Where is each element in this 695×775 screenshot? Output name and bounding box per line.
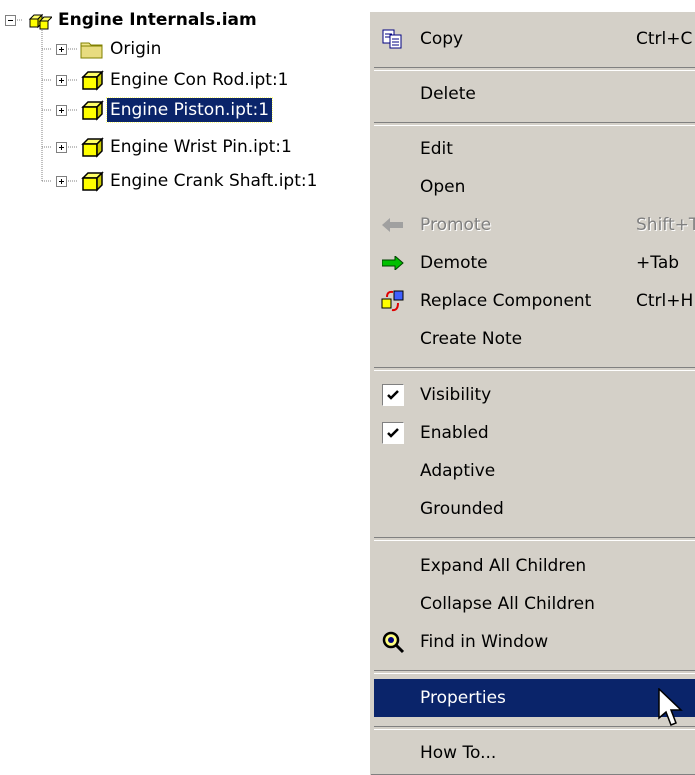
menu-separator bbox=[374, 367, 695, 371]
tree-item-label: Engine Crank Shaft.ipt:1 bbox=[110, 171, 318, 191]
tree-item-piston[interactable]: Engine Piston.ipt:1 bbox=[80, 97, 274, 123]
menu-item-copy[interactable]: Copy Ctrl+C bbox=[374, 20, 695, 58]
wristpin-expand-toggle[interactable] bbox=[56, 142, 67, 153]
menu-item-adaptive[interactable]: Adaptive bbox=[374, 452, 695, 490]
menu-item-edit[interactable]: Edit bbox=[374, 130, 695, 168]
menu-item-visibility[interactable]: Visibility bbox=[374, 376, 695, 414]
tree-item-label: Engine Con Rod.ipt:1 bbox=[110, 70, 289, 90]
menu-label: Copy bbox=[420, 29, 464, 49]
tree-item-crank-shaft[interactable]: Engine Crank Shaft.ipt:1 bbox=[80, 168, 320, 194]
menu-label: Visibility bbox=[420, 385, 492, 405]
checkmark-icon bbox=[382, 384, 404, 406]
part-icon bbox=[81, 137, 104, 158]
demote-arrow-icon bbox=[380, 251, 406, 275]
menu-label: Grounded bbox=[420, 499, 504, 519]
magnifier-icon bbox=[380, 630, 406, 654]
promote-arrow-icon bbox=[380, 213, 406, 237]
tree-item-origin[interactable]: Origin bbox=[80, 36, 164, 62]
menu-label: Find in Window bbox=[420, 632, 549, 652]
menu-item-find-in-window[interactable]: Find in Window bbox=[374, 623, 695, 661]
menu-item-collapse-all-children[interactable]: Collapse All Children bbox=[374, 585, 695, 623]
menu-item-open[interactable]: Open bbox=[374, 168, 695, 206]
visibility-checkbox[interactable] bbox=[380, 383, 406, 407]
menu-item-replace-component[interactable]: Replace Component Ctrl+H bbox=[374, 282, 695, 320]
tree-item-label: Origin bbox=[110, 39, 162, 59]
menu-label: How To... bbox=[420, 743, 497, 763]
menu-shortcut: Shift+Tab bbox=[636, 215, 695, 235]
tree-item-label: Engine Piston.ipt:1 bbox=[105, 97, 274, 123]
menu-label: Replace Component bbox=[420, 291, 592, 311]
tree-item-con-rod[interactable]: Engine Con Rod.ipt:1 bbox=[80, 67, 291, 93]
folder-icon bbox=[80, 42, 103, 59]
menu-item-how-to[interactable]: How To... bbox=[374, 734, 695, 772]
crankshaft-expand-toggle[interactable] bbox=[56, 176, 67, 187]
part-icon bbox=[81, 171, 104, 192]
menu-shortcut: Ctrl+C bbox=[636, 29, 693, 49]
tree-root-assembly[interactable]: Engine Internals.iam bbox=[28, 7, 260, 33]
menu-separator bbox=[374, 122, 695, 126]
menu-label: Collapse All Children bbox=[420, 594, 595, 614]
replace-component-icon bbox=[380, 289, 406, 313]
menu-item-properties[interactable]: Properties bbox=[374, 679, 695, 717]
menu-item-grounded[interactable]: Grounded bbox=[374, 490, 695, 528]
menu-shortcut: Ctrl+H bbox=[636, 291, 694, 311]
piston-expand-toggle[interactable] bbox=[56, 105, 67, 116]
enabled-checkbox[interactable] bbox=[380, 421, 406, 445]
mouse-pointer-icon bbox=[658, 688, 683, 726]
browser-tree: Engine Internals.iam Origin Engine Con R… bbox=[0, 0, 370, 775]
checkmark-icon bbox=[382, 422, 404, 444]
menu-item-demote[interactable]: Demote +Tab bbox=[374, 244, 695, 282]
menu-label: Enabled bbox=[420, 423, 489, 443]
menu-separator bbox=[374, 537, 695, 541]
conrod-expand-toggle[interactable] bbox=[56, 75, 67, 86]
root-collapse-toggle[interactable] bbox=[5, 15, 16, 26]
part-icon bbox=[81, 70, 104, 91]
tree-root-label: Engine Internals.iam bbox=[58, 10, 257, 30]
assembly-icon bbox=[28, 13, 52, 30]
menu-label: Expand All Children bbox=[420, 556, 587, 576]
menu-label: Create Note bbox=[420, 329, 523, 349]
menu-shortcut: +Tab bbox=[636, 253, 680, 273]
menu-item-expand-all-children[interactable]: Expand All Children bbox=[374, 547, 695, 585]
menu-label: Delete bbox=[420, 84, 476, 104]
menu-label: Edit bbox=[420, 139, 453, 159]
menu-label: Demote bbox=[420, 253, 488, 273]
tree-item-wrist-pin[interactable]: Engine Wrist Pin.ipt:1 bbox=[80, 134, 295, 160]
menu-label: Properties bbox=[420, 688, 506, 708]
menu-item-create-note[interactable]: Create Note bbox=[374, 320, 695, 358]
menu-label: Open bbox=[420, 177, 466, 197]
menu-separator bbox=[374, 67, 695, 71]
copy-icon bbox=[380, 27, 406, 51]
menu-item-enabled[interactable]: Enabled bbox=[374, 414, 695, 452]
menu-item-promote[interactable]: Promote Shift+Tab bbox=[374, 206, 695, 244]
tree-item-label: Engine Wrist Pin.ipt:1 bbox=[110, 137, 292, 157]
context-menu: Copy Ctrl+C Delete Edit Open Promote Shi… bbox=[368, 10, 695, 775]
menu-label: Promote bbox=[420, 215, 492, 235]
menu-separator bbox=[374, 726, 695, 730]
menu-separator bbox=[374, 670, 695, 674]
part-icon bbox=[81, 100, 104, 121]
origin-expand-toggle[interactable] bbox=[56, 44, 67, 55]
menu-item-delete[interactable]: Delete bbox=[374, 75, 695, 113]
menu-label: Adaptive bbox=[420, 461, 496, 481]
